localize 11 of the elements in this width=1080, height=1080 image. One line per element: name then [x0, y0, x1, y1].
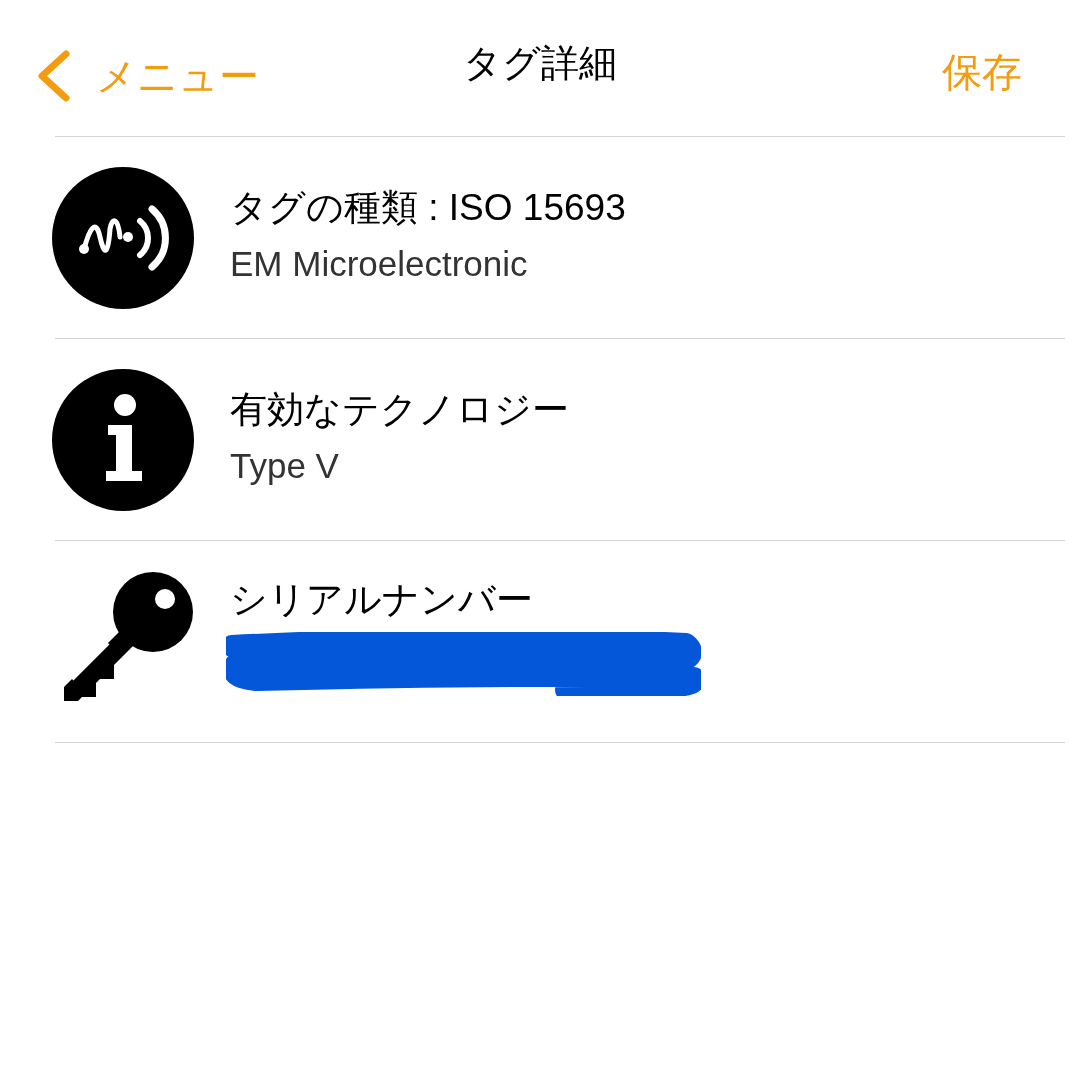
info-icon: [52, 368, 194, 511]
row-title: タグの種類 : ISO 15693: [230, 188, 626, 226]
row-title: 有効なテクノロジー: [230, 390, 569, 428]
row-subtitle: Type V: [230, 447, 340, 483]
save-button[interactable]: 保存: [942, 52, 1022, 92]
row-title: シリアルナンバー: [230, 581, 534, 618]
page-title: タグ詳細: [463, 40, 617, 86]
row-subtitle: EM Microelectronic: [230, 245, 529, 281]
back-button[interactable]: メニュー: [36, 50, 259, 102]
chevron-left-icon: [36, 50, 70, 102]
nfc-signal-icon: [52, 166, 194, 309]
